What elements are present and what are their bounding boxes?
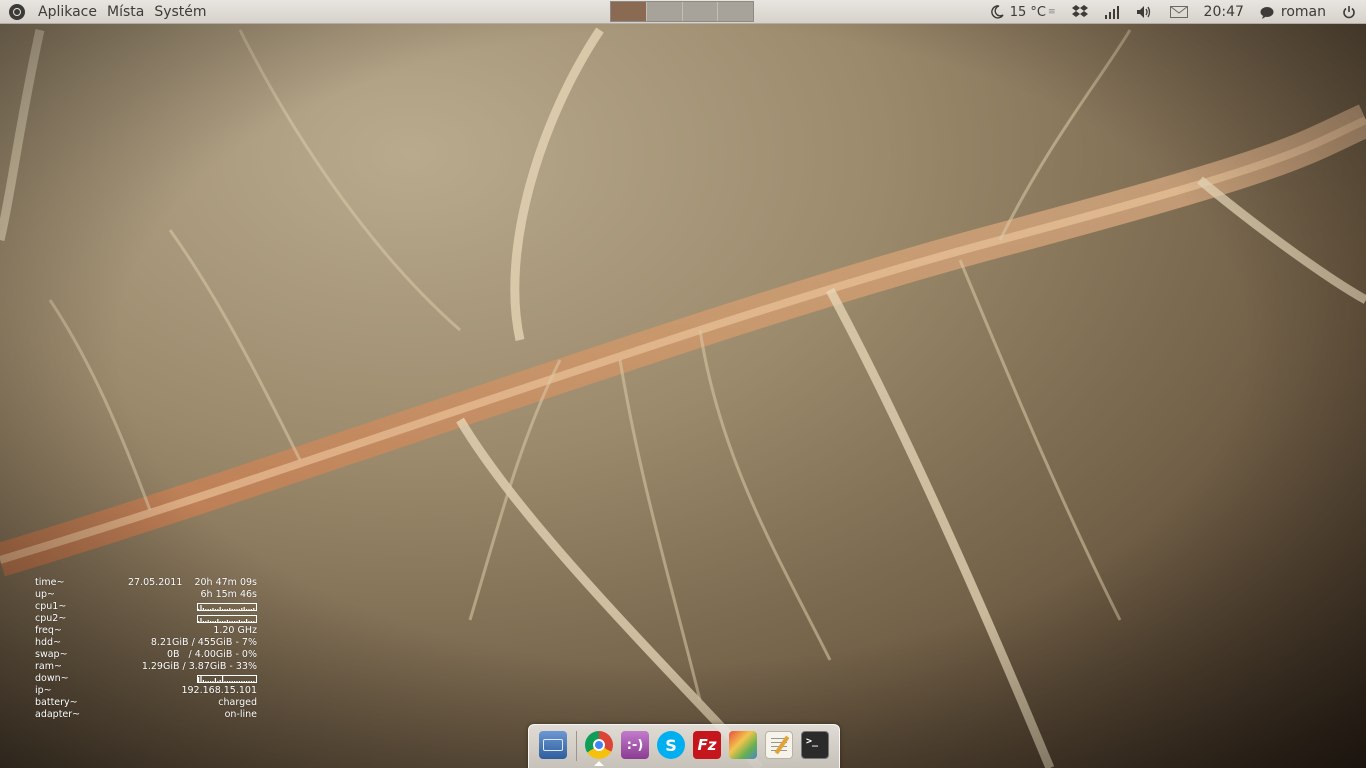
conky-label: cpu2~ [35, 613, 67, 624]
show-desktop-icon[interactable] [539, 731, 567, 759]
mail-icon [1169, 6, 1188, 18]
terminal-icon[interactable]: >_ [801, 731, 829, 759]
user-menu[interactable]: roman [1252, 0, 1334, 24]
text-editor-icon[interactable] [765, 731, 793, 759]
top-panel: Aplikace Místa Systém 15 °C ≡ 20:47 roma… [0, 0, 1366, 24]
conky-label: ram~ [35, 661, 62, 672]
workspace-2[interactable] [647, 2, 683, 21]
conky-label: freq~ [35, 625, 62, 636]
workspace-3[interactable] [683, 2, 719, 21]
workspace-4[interactable] [718, 2, 753, 21]
conky-label: hdd~ [35, 637, 62, 648]
conky-label: down~ [35, 673, 69, 684]
weather-expand-icon: ≡ [1047, 7, 1056, 17]
conky-row: hdd~ 8.21GiB / 455GiB - 7% [35, 637, 257, 649]
weather-indicator[interactable]: 15 °C ≡ [982, 0, 1064, 24]
conky-row: adapter~ on-line [35, 709, 257, 721]
conky-graph [197, 675, 257, 683]
conky-monitor: time~ 27.05.2011 20h 47m 09s up~ 6h 15m 46s… [35, 577, 257, 721]
dock-separator [576, 731, 577, 761]
chrome-icon[interactable] [585, 731, 613, 759]
signal-icon [1104, 6, 1119, 19]
conky-label: cpu1~ [35, 601, 67, 612]
conky-label: ip~ [35, 685, 52, 696]
user-name: roman [1280, 4, 1326, 20]
conky-row: ip~ 192.168.15.101 [35, 685, 257, 697]
clock-time: 20:47 [1203, 4, 1244, 20]
workspace-1[interactable] [611, 2, 647, 21]
dock: :-) S Fz >_ [528, 724, 840, 768]
conky-label: battery~ [35, 697, 78, 708]
dropbox-icon [1071, 5, 1088, 17]
conky-value: charged [218, 697, 257, 708]
power-icon [1343, 6, 1355, 19]
workspace-switcher [610, 1, 754, 22]
network-indicator[interactable] [1096, 0, 1128, 24]
session-menu[interactable] [1334, 0, 1366, 24]
conky-graph [197, 615, 257, 623]
messaging-indicator[interactable] [1162, 0, 1196, 24]
conky-label: swap~ [35, 649, 68, 660]
chat-bubble-icon [1260, 6, 1274, 19]
empathy-chat-icon[interactable]: :-) [621, 731, 649, 759]
menu-system[interactable]: Systém [149, 4, 211, 20]
conky-row: time~ 27.05.2011 20h 47m 09s [35, 577, 257, 589]
conky-value: 27.05.2011 20h 47m 09s [127, 577, 257, 588]
conky-label: adapter~ [35, 709, 81, 720]
clock[interactable]: 20:47 [1196, 0, 1252, 24]
dropbox-indicator[interactable] [1064, 0, 1096, 24]
volume-icon [1136, 6, 1150, 18]
ubuntu-logo-icon[interactable] [9, 3, 25, 20]
conky-row: freq~ 1.20 GHz [35, 625, 257, 637]
menu-applications[interactable]: Aplikace [33, 4, 102, 20]
conky-value: 192.168.15.101 [181, 685, 257, 696]
conky-value: 1.29GiB / 3.87GiB - 33% [141, 661, 257, 672]
conky-row: cpu1~ [35, 601, 257, 613]
conky-value: 1.20 GHz [213, 625, 257, 636]
volume-indicator[interactable] [1128, 0, 1162, 24]
conky-row: down~ [35, 673, 257, 685]
weather-temperature: 15 °C [1009, 4, 1046, 20]
conky-value: 0B / 4.00GiB - 0% [166, 649, 257, 660]
conky-value: on-line [224, 709, 257, 720]
moon-icon [990, 5, 1004, 19]
filezilla-icon[interactable]: Fz [693, 731, 721, 759]
conky-row: ram~ 1.29GiB / 3.87GiB - 33% [35, 661, 257, 673]
conky-graph [197, 603, 257, 611]
photo-editor-icon[interactable] [729, 731, 757, 759]
running-indicator [594, 761, 604, 766]
conky-row: battery~ charged [35, 697, 257, 709]
conky-row: up~ 6h 15m 46s [35, 589, 257, 601]
conky-label: up~ [35, 589, 56, 600]
conky-row: cpu2~ [35, 613, 257, 625]
system-tray: 15 °C ≡ 20:47 roman [982, 0, 1366, 24]
conky-value: 6h 15m 46s [200, 589, 258, 600]
menu-places[interactable]: Místa [102, 4, 149, 20]
conky-row: swap~ 0B / 4.00GiB - 0% [35, 649, 257, 661]
conky-value: 8.21GiB / 455GiB - 7% [150, 637, 257, 648]
conky-label: time~ [35, 577, 65, 588]
skype-icon[interactable]: S [657, 731, 685, 759]
